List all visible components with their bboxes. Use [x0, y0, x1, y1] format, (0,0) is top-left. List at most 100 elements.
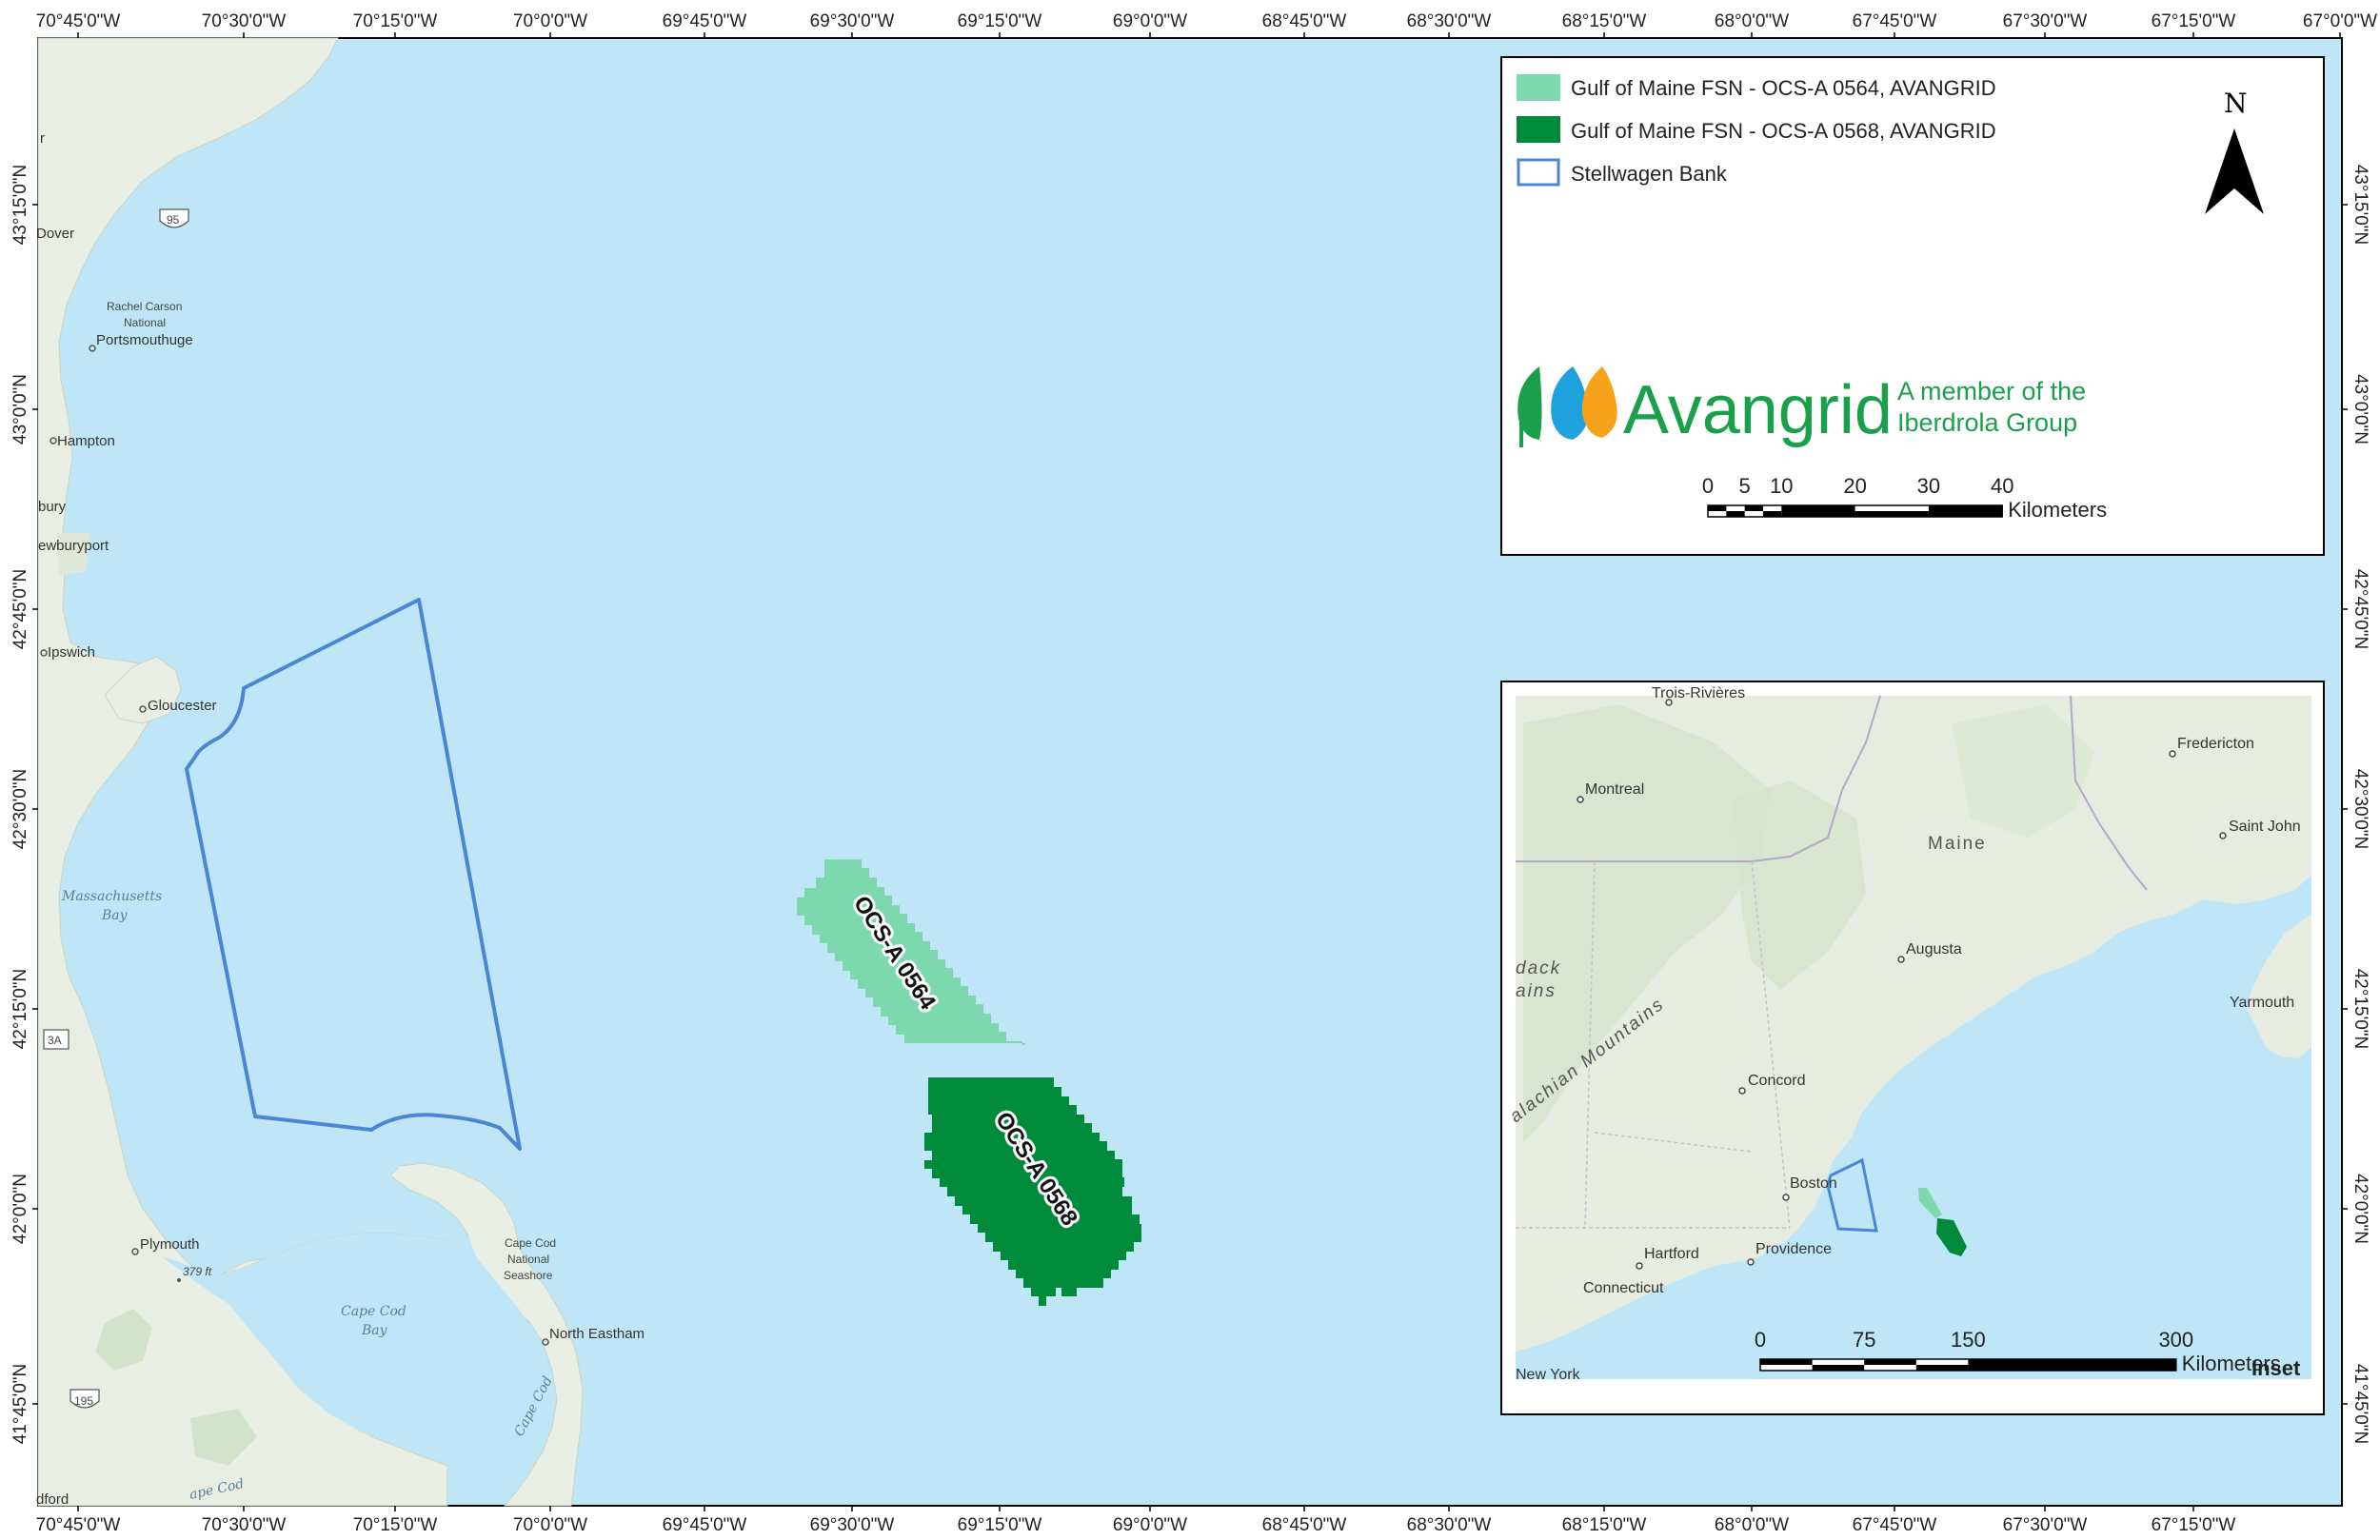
legend-item-0568: Gulf of Maine FSN - OCS-A 0568, AVANGRID [1571, 119, 1996, 143]
graticule-top-label: 68°30'0"W [1407, 11, 1492, 31]
elevation-label: 379 ft [183, 1265, 212, 1278]
inset-label-maine: Maine [1928, 834, 1987, 854]
scale-tick-label: 150 [1951, 1328, 1986, 1352]
place-ipswich: Ipswich [48, 644, 95, 661]
svg-text:N: N [2224, 88, 2248, 119]
place-gloucester: Gloucester [148, 698, 217, 714]
graticule-left-label: 42°15'0"N [10, 969, 30, 1050]
graticule-top-label: 70°15'0"W [353, 11, 438, 31]
inset-place-augusta: Augusta [1906, 941, 1962, 958]
graticule-left-label: 43°15'0"N [10, 165, 30, 246]
place-north-eastham: North Eastham [549, 1326, 645, 1342]
inset-place-concord: Concord [1748, 1073, 1805, 1089]
inset-place-fredericton: Fredericton [2177, 736, 2254, 752]
legend-item-stellwagen: Stellwagen Bank [1571, 162, 1728, 186]
svg-text:95: 95 [167, 213, 180, 227]
inset-place-trois-rivieres: Trois-Rivières [1652, 685, 1745, 701]
inset-place-hartford: Hartford [1644, 1246, 1699, 1262]
inset-place-saint-john: Saint John [2229, 819, 2301, 835]
inset-place-new-york: New York [1516, 1367, 1581, 1383]
graticule-bottom-label: 69°30'0"W [810, 1515, 895, 1535]
shield-3a-icon: 3A [43, 1029, 69, 1050]
graticule-top-label: 69°15'0"W [958, 11, 1042, 31]
inset-title: Inset [2251, 1356, 2301, 1380]
graticule-bottom: 70°45'0"W 70°30'0"W 70°15'0"W 70°0'0"W 69°45… [36, 1506, 2236, 1535]
svg-text:195: 195 [74, 1394, 93, 1408]
graticule-bottom-label: 69°45'0"W [663, 1515, 747, 1535]
graticule-top-label: 68°15'0"W [1562, 11, 1647, 31]
graticule-bottom-label: 67°45'0"W [1853, 1515, 1937, 1535]
place-partial-r: r [40, 130, 45, 147]
scale-unit-label: Kilometers [2008, 498, 2107, 522]
graticule-top-label: 69°45'0"W [663, 11, 747, 31]
graticule-bottom-label: 69°0'0"W [1113, 1515, 1187, 1535]
scale-tick-label: 20 [1843, 474, 1866, 498]
inset-label-adirondack-2: ains [1516, 981, 1557, 1001]
scale-tick-label: 300 [2158, 1328, 2193, 1352]
inset-place-yarmouth: Yarmouth [2230, 995, 2294, 1011]
place-ford: dford [36, 1491, 69, 1508]
legend-swatch-0564 [1517, 74, 1560, 101]
graticule-right-label: 42°30'0"N [2350, 769, 2370, 850]
graticule-left-label: 42°30'0"N [10, 769, 30, 850]
graticule-top-label: 70°30'0"W [202, 11, 287, 31]
inset-map: Trois-Rivières Montreal Fredericton Sain… [1500, 681, 2325, 1415]
scale-tick-label: 75 [1853, 1328, 1875, 1352]
place-cape-cod-ns: Cape Cod [505, 1236, 556, 1250]
graticule-right-label: 42°0'0"N [2350, 1174, 2370, 1244]
graticule-bottom-label: 67°30'0"W [2003, 1515, 2088, 1535]
graticule-right-label: 43°0'0"N [2350, 374, 2370, 444]
water-massachusetts-bay: Massachusetts [61, 889, 162, 904]
graticule-top: 70°45'0"W 70°30'0"W 70°15'0"W 70°0'0"W 69°45… [36, 11, 2377, 38]
graticule-top-label: 70°45'0"W [36, 11, 121, 31]
graticule-left: 43°15'0"N 43°0'0"N 42°45'0"N 42°30'0"N 42°15… [10, 165, 38, 1444]
graticule-bottom-label: 70°30'0"W [202, 1515, 287, 1535]
graticule-bottom-label: 70°0'0"W [513, 1515, 587, 1535]
water-massachusetts-bay-2: Bay [101, 908, 129, 923]
graticule-bottom-label: 68°15'0"W [1562, 1515, 1647, 1535]
graticule-top-label: 67°30'0"W [2003, 11, 2088, 31]
shield-95-icon: 95 [159, 208, 189, 228]
graticule-bottom-label: 68°30'0"W [1407, 1515, 1492, 1535]
graticule-top-label: 67°0'0"W [2303, 11, 2377, 31]
inset-place-boston: Boston [1790, 1175, 1837, 1192]
shield-195-icon: 195 [69, 1389, 100, 1409]
place-plymouth: Plymouth [140, 1236, 200, 1253]
graticule-left-label: 42°45'0"N [10, 569, 30, 650]
graticule-top-label: 68°0'0"W [1715, 11, 1789, 31]
place-portsmouth: Portsmouthuge [96, 332, 193, 348]
graticule-right: 43°15'0"N 43°0'0"N 42°45'0"N 42°30'0"N 42°15… [2342, 165, 2370, 1444]
legend-swatch-0568 [1517, 116, 1560, 143]
graticule-top-label: 68°45'0"W [1262, 11, 1347, 31]
place-newburyport: ewburyport [38, 538, 109, 554]
legend-item-0564: Gulf of Maine FSN - OCS-A 0564, AVANGRID [1571, 76, 1996, 100]
place-rachel-carson: Rachel Carson [107, 300, 182, 313]
place-cape-cod-ns-2: National [507, 1253, 549, 1266]
graticule-top-label: 70°0'0"W [513, 11, 587, 31]
graticule-top-label: 67°15'0"W [2152, 11, 2236, 31]
place-dover: Dover [36, 226, 74, 242]
place-rachel-carson-national: National [124, 316, 166, 329]
graticule-right-label: 43°15'0"N [2350, 165, 2370, 246]
svg-text:3A: 3A [48, 1034, 62, 1047]
graticule-top-label: 69°30'0"W [810, 11, 895, 31]
scale-tick-label: 30 [1917, 474, 1940, 498]
graticule-top-label: 67°45'0"W [1853, 11, 1937, 31]
graticule-right-label: 42°45'0"N [2350, 569, 2370, 650]
graticule-bottom-label: 70°45'0"W [36, 1515, 121, 1535]
legend-panel: Gulf of Maine FSN - OCS-A 0564, AVANGRID… [1500, 56, 2325, 556]
scale-tick-label: 5 [1739, 474, 1751, 498]
place-cape-cod-ns-3: Seashore [504, 1269, 553, 1282]
place-hampton: Hampton [57, 433, 115, 449]
place-bury: bury [38, 499, 67, 515]
graticule-left-label: 43°0'0"N [10, 374, 30, 444]
graticule-bottom-label: 67°15'0"W [2152, 1515, 2236, 1535]
water-cape-cod-bay: Cape Cod [341, 1304, 407, 1319]
logo-wordmark: Avangrid [1623, 372, 1893, 448]
graticule-bottom-label: 70°15'0"W [353, 1515, 438, 1535]
graticule-bottom-label: 68°45'0"W [1262, 1515, 1347, 1535]
graticule-bottom-label: 69°15'0"W [958, 1515, 1042, 1535]
water-cape-cod-bay-2: Bay [361, 1323, 388, 1338]
scale-tick-label: 0 [1702, 474, 1714, 498]
graticule-top-label: 69°0'0"W [1113, 11, 1187, 31]
